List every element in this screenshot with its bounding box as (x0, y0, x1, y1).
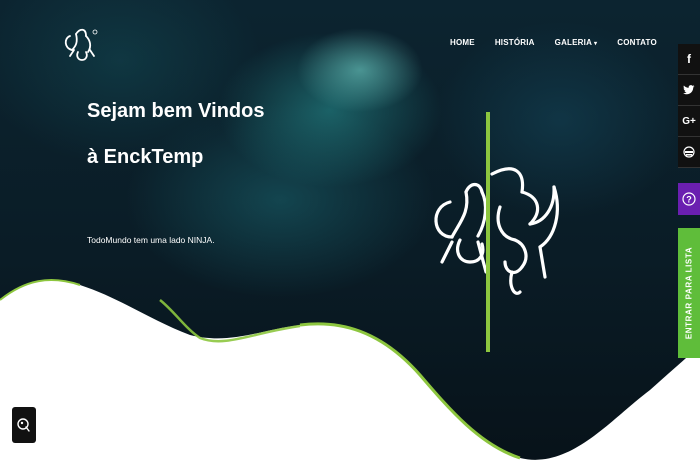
helmet-glyph-icon (683, 146, 695, 158)
social-bar: f G+ (678, 44, 700, 168)
nav-home[interactable]: HOME (440, 38, 485, 47)
nav-galeria[interactable]: GALERIA ▾ (545, 38, 608, 47)
helmet-icon[interactable] (678, 137, 700, 168)
svg-text:?: ? (686, 195, 692, 205)
nav-galeria-label: GALERIA (554, 38, 593, 47)
chat-icon (17, 418, 30, 432)
nav-contato[interactable]: CONTATO (607, 38, 667, 47)
help-button[interactable]: ? (678, 183, 700, 215)
hero-tagline: TodoMundo tem uma lado NINJA. (87, 235, 215, 245)
nav-historia[interactable]: HISTÓRIA (485, 38, 545, 47)
nav-home-label: HOME (450, 38, 475, 47)
wave-divider (0, 279, 700, 466)
chat-button[interactable] (12, 407, 36, 443)
question-icon: ? (682, 192, 696, 206)
ninja-emblem-icon (434, 112, 559, 352)
twitter-bird-icon (683, 85, 695, 95)
hero-section (0, 0, 700, 466)
hero-headline-line1: Sejam bem Vindos (87, 100, 265, 122)
facebook-glyph: f (687, 52, 691, 66)
join-list-tab[interactable]: ENTRAR PARA LISTA (678, 228, 700, 358)
facebook-icon[interactable]: f (678, 44, 700, 75)
nav-historia-label: HISTÓRIA (494, 38, 535, 47)
join-list-label: ENTRAR PARA LISTA (684, 246, 694, 340)
hero-headline-line2: à EnckTemp (87, 146, 204, 168)
google-plus-glyph: G+ (682, 115, 696, 127)
chevron-down-icon: ▾ (594, 41, 598, 47)
google-plus-icon[interactable]: G+ (678, 106, 700, 137)
main-nav: HOME HISTÓRIA GALERIA ▾ CONTATO (440, 38, 667, 47)
twitter-icon[interactable] (678, 75, 700, 106)
nav-contato-label: CONTATO (617, 38, 657, 47)
logo-emblem[interactable] (60, 22, 104, 66)
